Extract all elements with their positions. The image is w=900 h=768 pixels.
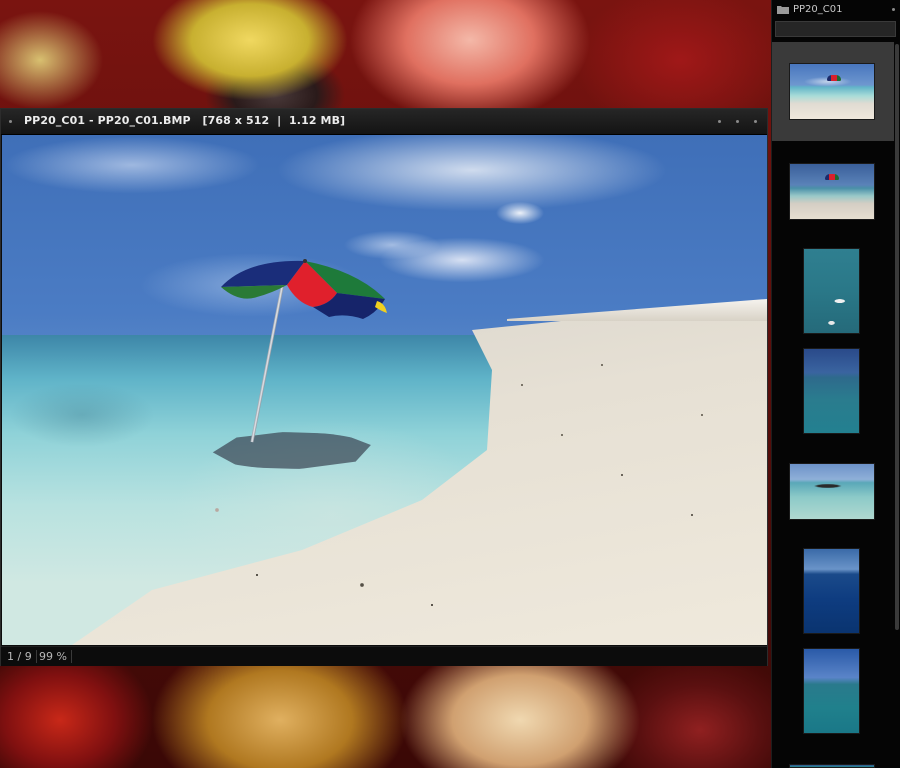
folder-name: PP20_C01 <box>793 4 843 15</box>
zoom-level[interactable]: 99 % <box>35 650 72 663</box>
filter-input[interactable] <box>775 21 896 37</box>
viewer-titlebar[interactable]: PP20_C01 - PP20_C01.BMP [768 x 512 | 1.1… <box>1 109 767 135</box>
thumbnail-item[interactable] <box>772 42 894 141</box>
minimize-icon[interactable] <box>717 120 721 123</box>
thumbnail-image <box>789 463 875 520</box>
thumbnail-image <box>803 648 860 734</box>
thumbnail-item[interactable] <box>772 142 894 241</box>
thumbnail-image <box>803 348 860 434</box>
window-controls <box>708 120 757 123</box>
thumbnail-scrollbar[interactable] <box>895 44 899 630</box>
thumbnail-item[interactable] <box>772 546 894 636</box>
thumbnail-panel[interactable]: PP20_C01 <box>771 0 900 768</box>
thumbnail-image <box>803 548 860 634</box>
thumbnail-image <box>789 163 875 220</box>
folder-icon <box>777 6 789 14</box>
panel-menu-icon[interactable] <box>892 8 895 11</box>
thumbnail-image <box>789 63 875 120</box>
status-bar: 1 / 9 99 % <box>1 646 767 666</box>
displayed-image[interactable] <box>2 135 767 645</box>
image-pebbles <box>2 135 767 645</box>
image-viewer-window[interactable]: PP20_C01 - PP20_C01.BMP [768 x 512 | 1.1… <box>0 108 768 666</box>
close-icon[interactable] <box>754 120 757 123</box>
thumbnail-panel-header: PP20_C01 <box>772 0 900 20</box>
beach-umbrella <box>221 259 387 319</box>
thumbnail-item[interactable] <box>772 646 894 736</box>
thumbnail-image <box>789 764 875 768</box>
window-title: PP20_C01 - PP20_C01.BMP [768 x 512 | 1.1… <box>24 114 346 127</box>
thumbnail-item[interactable] <box>772 442 894 541</box>
image-position: 1 / 9 <box>3 650 37 663</box>
maximize-icon[interactable] <box>735 120 739 123</box>
window-menu-icon[interactable] <box>9 120 12 123</box>
thumbnail-item[interactable] <box>772 762 894 768</box>
thumbnail-item[interactable] <box>772 246 894 336</box>
thumbnail-image <box>803 248 860 334</box>
thumbnail-item[interactable] <box>772 346 894 436</box>
